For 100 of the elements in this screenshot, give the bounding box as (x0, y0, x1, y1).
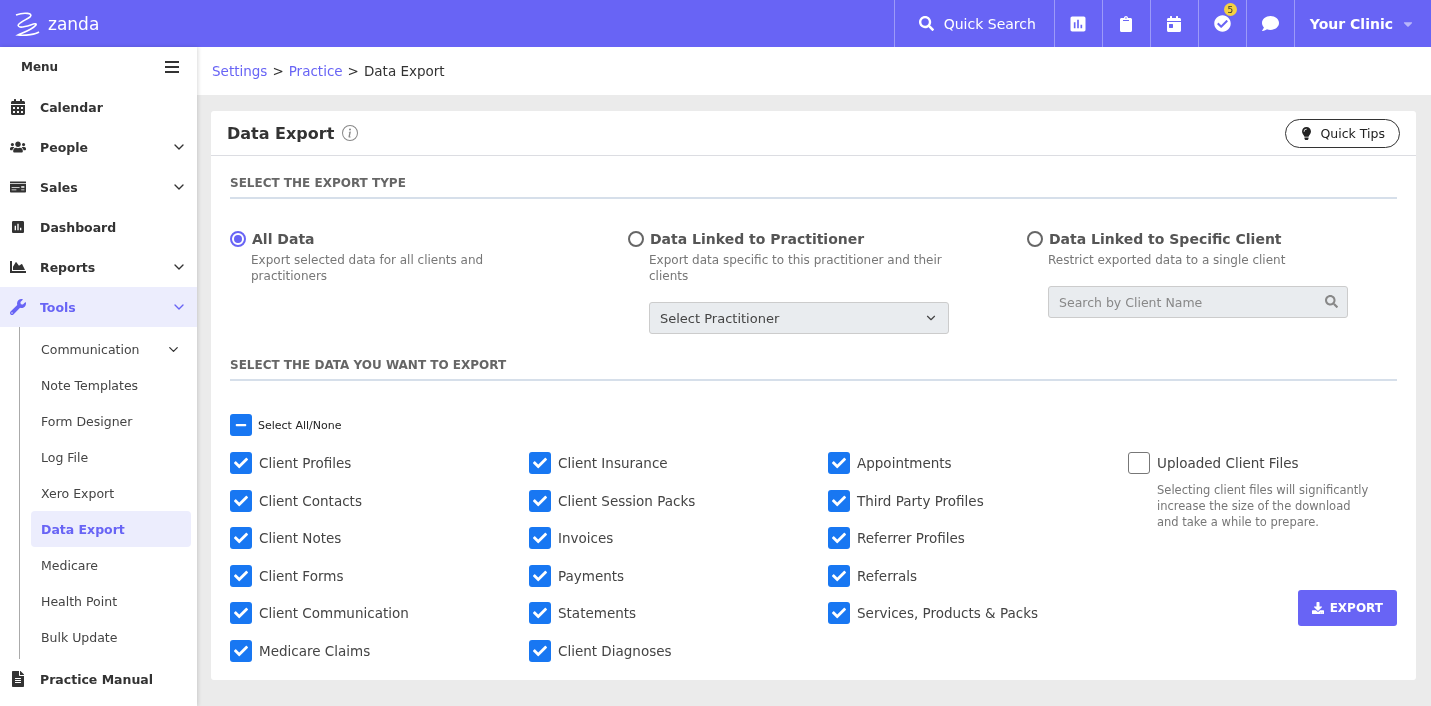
checkbox[interactable] (828, 489, 850, 512)
checkbox-label: Client Profiles (259, 455, 352, 471)
check-icon (533, 493, 547, 508)
section-heading: SELECT THE DATA YOU WANT TO EXPORT (230, 358, 1397, 381)
search-icon (918, 16, 934, 31)
check-icon (533, 531, 547, 545)
sidebar-subitem[interactable]: Note Templates (31, 367, 191, 403)
checkbox-label: Client Forms (259, 567, 344, 584)
checkbox-label: Client Session Packs (558, 492, 696, 509)
sidebar-subitem[interactable]: Health Point (31, 583, 191, 619)
sidebar-item[interactable]: Reports (0, 247, 197, 287)
sidebar-item[interactable]: Sales (0, 167, 197, 207)
quick-tips-button[interactable]: Quick Tips (1284, 118, 1400, 148)
checkbox-label: Client Diagnoses (558, 642, 672, 659)
checkbox-label: Statements (558, 605, 637, 621)
breadcrumb-separator: > (347, 63, 359, 79)
checkbox-label: Medicare Claims (259, 642, 371, 659)
breadcrumb-link[interactable]: Settings (212, 63, 268, 79)
menu-title: Menu (21, 60, 59, 74)
sidebar-subitem[interactable]: Form Designer (31, 403, 191, 439)
radio-button[interactable] (1027, 231, 1043, 247)
checkbox[interactable] (230, 602, 252, 624)
check-icon (234, 606, 248, 620)
sidebar-item[interactable]: Practice Manual (0, 659, 197, 699)
info-icon[interactable] (342, 125, 359, 141)
checkbox[interactable] (529, 564, 551, 587)
sidebar-subitem[interactable]: Xero Export (31, 475, 191, 511)
area-chart-icon (10, 259, 26, 275)
sidebar-subitem[interactable]: Communication (31, 331, 191, 367)
check-icon (234, 456, 248, 470)
checkbox[interactable] (828, 452, 850, 474)
lightbulb-icon (1299, 126, 1313, 140)
checkbox-label: Client Contacts (259, 492, 362, 509)
check-icon (832, 493, 846, 508)
sidebar-item[interactable]: Calendar (0, 87, 197, 127)
checkbox[interactable] (529, 602, 551, 624)
sidebar-item[interactable]: Tools (0, 287, 197, 327)
checkbox[interactable] (230, 527, 252, 549)
sidebar-subitem[interactable]: Log File (31, 439, 191, 475)
check-icon (832, 606, 846, 620)
checkbox-label: Third Party Profiles (857, 492, 984, 509)
checkbox[interactable] (230, 452, 252, 474)
notification-badge: 5 (1223, 3, 1237, 16)
check-icon (234, 643, 248, 658)
sidebar-subitem[interactable]: Data Export (31, 511, 191, 547)
checkbox[interactable] (1128, 452, 1150, 474)
checkbox-label: Referrer Profiles (857, 530, 965, 546)
checkbox-label: Payments (558, 567, 625, 584)
checkbox[interactable] (529, 527, 551, 549)
check-icon (832, 568, 846, 583)
checkbox[interactable] (529, 489, 551, 512)
files-note: Selecting client files will significantly increase the size of the download and take a while to prepare. (1157, 482, 1370, 530)
wrench-icon (10, 299, 26, 315)
check-icon (234, 568, 248, 583)
sidebar-subitem[interactable]: Bulk Update (31, 619, 191, 655)
check-icon (533, 606, 547, 620)
chat-icon[interactable] (1261, 15, 1279, 32)
logo-text: zanda (48, 13, 100, 34)
option-description: Export data specific to this practitioner and their clients (649, 252, 943, 284)
checkbox[interactable] (828, 602, 850, 624)
check-icon (234, 493, 248, 508)
sidebar-item[interactable]: People (0, 127, 197, 167)
checkbox[interactable] (828, 564, 850, 587)
option-description: Restrict exported data to a single client (1048, 252, 1287, 268)
client-search-field[interactable]: Search by Client Name (1048, 286, 1348, 318)
card-icon (10, 179, 26, 195)
section-heading: SELECT THE EXPORT TYPE (230, 156, 1397, 199)
checkbox-label: Appointments (857, 455, 952, 471)
checkbox[interactable] (230, 489, 252, 512)
checkbox[interactable] (230, 639, 252, 662)
checkbox-label: Client Notes (259, 530, 342, 546)
radio-button[interactable] (628, 231, 644, 247)
radio-label: Data Linked to Specific Client (1049, 231, 1282, 247)
checkbox[interactable] (529, 639, 551, 662)
download-icon (1311, 602, 1324, 614)
clipboard-icon[interactable] (1118, 15, 1135, 32)
sidebar-item[interactable]: Dashboard (0, 207, 197, 247)
checkbox-label: Referrals (857, 567, 918, 584)
breadcrumb-link[interactable]: Practice (288, 63, 343, 79)
checkbox-label: Client Insurance (558, 455, 668, 471)
checkbox-label: Services, Products & Packs (857, 605, 1038, 621)
export-button[interactable]: EXPORT (1297, 590, 1397, 626)
check-icon (533, 643, 547, 658)
checkbox[interactable] (828, 527, 850, 549)
breadcrumb-separator: > (272, 63, 284, 79)
checkbox[interactable] (230, 414, 252, 436)
check-icon (234, 531, 248, 545)
checkbox[interactable] (230, 564, 252, 587)
check-icon (533, 456, 547, 470)
menu-icon[interactable] (165, 61, 179, 73)
radio-label: Data Linked to Practitioner (650, 231, 865, 247)
panel-title: Data Export (227, 123, 335, 143)
checkbox-label: Uploaded Client Files (1157, 455, 1299, 471)
sidebar-subitem[interactable]: Medicare (31, 547, 191, 583)
checkbox-label: Client Communication (259, 605, 409, 621)
checkbox[interactable] (529, 452, 551, 474)
calendar-icon (10, 99, 26, 115)
radio-button[interactable] (230, 231, 246, 247)
calendar-icon[interactable] (1166, 15, 1183, 32)
practitioner-select[interactable]: Select Practitioner (649, 302, 949, 334)
